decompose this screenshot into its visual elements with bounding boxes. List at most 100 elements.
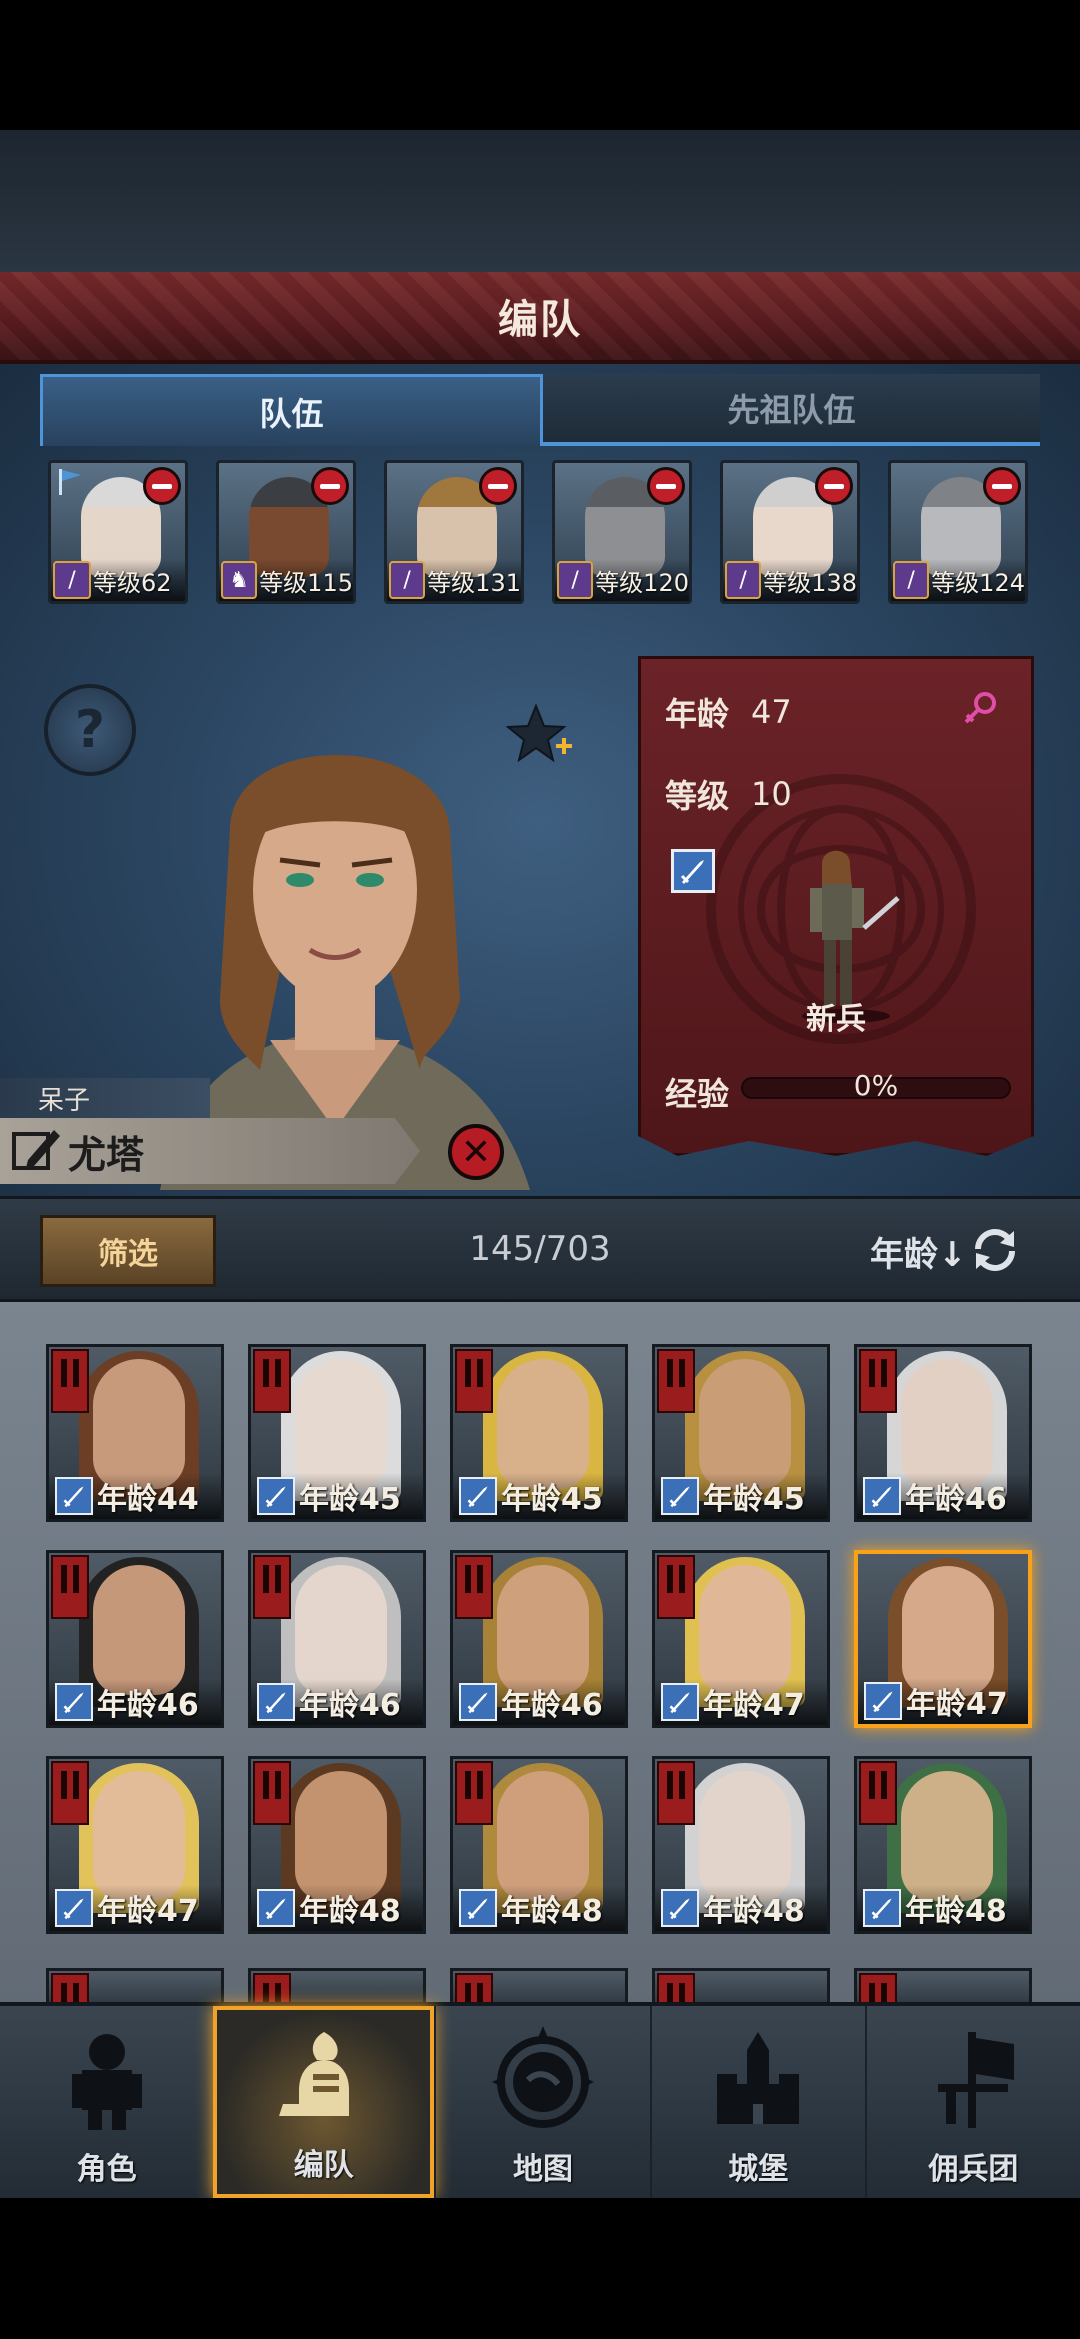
rank-badge — [253, 1973, 291, 2002]
rank-badge — [657, 1973, 695, 2002]
roster-card-partial[interactable] — [854, 1968, 1032, 2002]
sword-class-icon — [671, 849, 715, 893]
roster-age: 年龄46 — [905, 1482, 1007, 1517]
squad-level: 等级124 — [931, 568, 1025, 597]
roster-card[interactable]: 年龄46 — [854, 1344, 1032, 1522]
rank-badge — [455, 1555, 493, 1619]
portrait-face — [295, 1771, 387, 1901]
rank-badge — [859, 1973, 897, 2002]
portrait-face — [901, 1771, 993, 1901]
roster-card[interactable]: 年龄46 — [46, 1550, 224, 1728]
rank-badge — [657, 1349, 695, 1413]
character-info-panel: 年龄 47 等级 10 新兵 经验 0% — [638, 656, 1034, 1156]
portrait-face — [699, 1565, 791, 1695]
roster-age: 年龄45 — [703, 1482, 805, 1517]
remove-member-icon[interactable] — [815, 467, 853, 505]
roster-partial-row — [46, 1968, 1032, 2002]
roster-card-partial[interactable] — [450, 1968, 628, 2002]
roster-card-partial[interactable] — [652, 1968, 830, 2002]
staff-icon: / — [725, 561, 762, 599]
remove-member-icon[interactable] — [983, 467, 1021, 505]
edit-name-icon[interactable] — [8, 1124, 62, 1178]
tab-ancestor-team[interactable]: 先祖队伍 — [543, 374, 1040, 446]
roster-card-footer: 年龄46 — [251, 1679, 423, 1725]
rank-badge — [253, 1349, 291, 1413]
nav-mercenary-banner[interactable]: 佣兵团 — [864, 2006, 1080, 2198]
roster-card[interactable]: 年龄47 — [854, 1550, 1032, 1728]
sword-class-icon — [661, 1477, 699, 1515]
nav-compass-map[interactable]: 地图 — [434, 2006, 649, 2198]
squad-member-card[interactable]: / 等级62 — [48, 460, 188, 604]
remove-member-icon[interactable] — [647, 467, 685, 505]
squad-level: 等级131 — [427, 568, 521, 597]
rank-badge — [859, 1761, 897, 1825]
roster-card[interactable]: 年龄45 — [248, 1344, 426, 1522]
portrait-face — [497, 1359, 589, 1489]
squad-member-card[interactable]: / 等级120 — [552, 460, 692, 604]
squad-level-bar: ♞ 等级115 — [219, 559, 353, 601]
squad-level: 等级138 — [763, 568, 857, 597]
tab-team[interactable]: 队伍 — [40, 374, 543, 446]
roster-card-footer: 年龄45 — [655, 1473, 827, 1519]
roster-card[interactable]: 年龄48 — [248, 1756, 426, 1934]
rank-badge — [51, 1349, 89, 1413]
squad-level: 等级120 — [595, 568, 689, 597]
character-name-plate[interactable]: 尤塔 — [0, 1118, 420, 1184]
dismiss-character-button[interactable]: ✕ — [448, 1124, 504, 1180]
roster-card[interactable]: 年龄45 — [450, 1344, 628, 1522]
rank-badge — [657, 1761, 695, 1825]
nav-label: 编队 — [293, 2148, 354, 2183]
roster-card-partial[interactable] — [248, 1968, 426, 2002]
portrait-face — [699, 1359, 791, 1489]
roster-card[interactable]: 年龄46 — [248, 1550, 426, 1728]
squad-member-card[interactable]: ♞ 等级115 — [216, 460, 356, 604]
nav-label: 地图 — [513, 2152, 573, 2187]
roster-card-footer: 年龄48 — [655, 1885, 827, 1931]
nav-label: 佣兵团 — [928, 2152, 1019, 2187]
portrait-face — [93, 1565, 185, 1695]
roster-card[interactable]: 年龄45 — [652, 1344, 830, 1522]
filter-bar: 筛选 145/703 年龄↓ — [0, 1196, 1080, 1302]
portrait-face — [901, 1359, 993, 1489]
roster-card[interactable]: 年龄47 — [652, 1550, 830, 1728]
roster-age: 年龄45 — [299, 1482, 401, 1517]
squad-row: / 等级62 ♞ 等级115/等级131/等级120/等级138/等级124 — [48, 460, 1038, 606]
age-value: 47 — [751, 693, 792, 731]
nav-knight[interactable]: 角色 — [0, 2006, 213, 2198]
roster-card[interactable]: 年龄47 — [46, 1756, 224, 1934]
squad-level: 等级115 — [259, 568, 353, 597]
squad-member-card[interactable]: / 等级138 — [720, 460, 860, 604]
squad-level-bar: / 等级124 — [891, 559, 1025, 601]
roster-card[interactable]: 年龄46 — [450, 1550, 628, 1728]
roster-age: 年龄46 — [501, 1688, 603, 1723]
roster-card[interactable]: 年龄48 — [854, 1756, 1032, 1934]
roster-card[interactable]: 年龄48 — [652, 1756, 830, 1934]
remove-member-icon[interactable] — [311, 467, 349, 505]
roster-card-footer: 年龄45 — [251, 1473, 423, 1519]
roster-card[interactable]: 年龄48 — [450, 1756, 628, 1934]
roster-card[interactable]: 年龄44 — [46, 1344, 224, 1522]
level-row: 等级 10 — [665, 771, 792, 817]
roster-card-partial[interactable] — [46, 1968, 224, 2002]
squad-member-card[interactable]: / 等级131 — [384, 460, 524, 604]
nav-helmet[interactable]: 编队 — [213, 2006, 435, 2198]
portrait-face — [295, 1565, 387, 1695]
page-title: 编队 — [498, 297, 582, 343]
remove-member-icon[interactable] — [143, 467, 181, 505]
squad-level: 等级62 — [93, 568, 172, 597]
nav-castle[interactable]: 城堡 — [649, 2006, 865, 2198]
portrait-face — [93, 1771, 185, 1901]
rank-badge — [455, 1973, 493, 2002]
rank-badge — [455, 1761, 493, 1825]
roster-card-footer: 年龄46 — [49, 1679, 221, 1725]
roster-card-footer: 年龄48 — [857, 1885, 1029, 1931]
roster-card-footer: 年龄47 — [49, 1885, 221, 1931]
unit-class-name: 新兵 — [806, 1002, 866, 1037]
refresh-icon[interactable] — [968, 1223, 1022, 1277]
sword-class-icon — [257, 1889, 295, 1927]
squad-member-card[interactable]: / 等级124 — [888, 460, 1028, 604]
sort-button[interactable]: 年龄↓ — [870, 1227, 967, 1276]
roster-age: 年龄48 — [905, 1894, 1007, 1929]
horse-icon: ♞ — [221, 561, 258, 599]
remove-member-icon[interactable] — [479, 467, 517, 505]
